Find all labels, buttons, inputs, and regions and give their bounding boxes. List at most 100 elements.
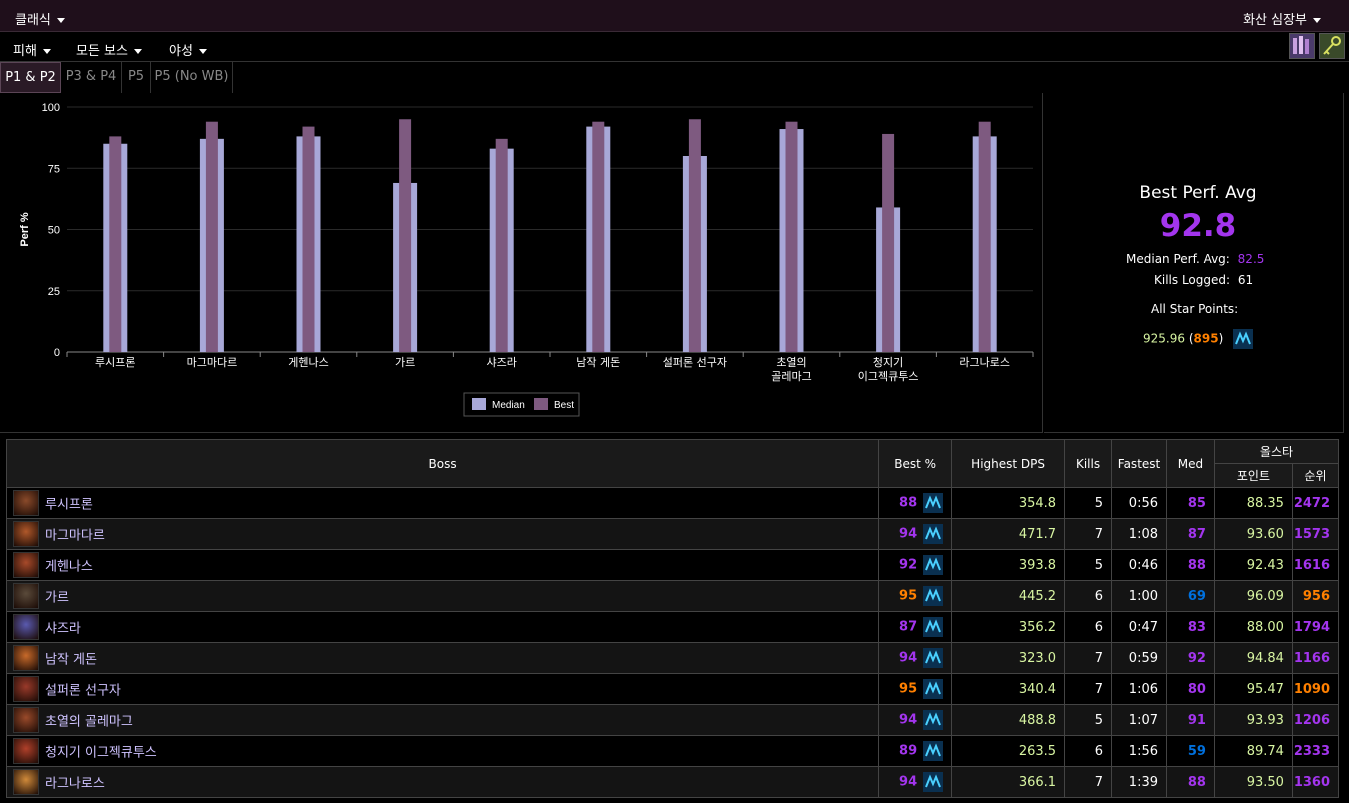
rankings-icon[interactable] <box>923 741 944 761</box>
rankings-icon[interactable] <box>923 493 944 513</box>
boss-name[interactable]: 설퍼론 선구자 <box>45 684 121 699</box>
tab-p3-p4[interactable]: P3 & P4 <box>61 62 122 93</box>
rankings-icon[interactable] <box>1233 329 1254 349</box>
chevron-down-icon <box>198 49 207 54</box>
kills: 5 <box>1094 557 1104 573</box>
table-row[interactable]: 루시프론 88 354.8 5 0:56 85 88.35 2472 <box>5 487 1340 519</box>
best-percent: 94 <box>899 712 918 728</box>
allstar-label: All Star Points: <box>1151 302 1239 316</box>
rankings-icon[interactable] <box>923 772 944 792</box>
allstar-points: 95.47 <box>1246 681 1284 697</box>
rankings-icon[interactable] <box>923 524 944 544</box>
boss-avatar <box>13 769 39 795</box>
boss-name-cell[interactable]: 샤즈라 <box>5 611 880 643</box>
table-row[interactable]: 가르 95 445.2 6 1:00 69 96.09 956 <box>5 580 1340 612</box>
dps-cell: 445.2 <box>951 580 1066 612</box>
bar-best <box>688 119 701 352</box>
fastest-time: 0:56 <box>1128 495 1158 511</box>
metric-dropdown[interactable]: 피해 <box>13 40 51 59</box>
header-kills[interactable]: Kills <box>1064 439 1113 488</box>
boss-name-cell[interactable]: 가르 <box>5 580 880 612</box>
header-fastest[interactable]: Fastest <box>1111 439 1167 488</box>
dps-cell: 488.8 <box>951 704 1066 736</box>
tab-p5-no-wb[interactable]: P5 (No WB) <box>151 62 233 93</box>
rank-cell: 956 <box>1291 580 1340 612</box>
boss-name-cell[interactable]: 초열의 골레마그 <box>5 704 880 736</box>
points-cell: 88.00 <box>1213 611 1293 643</box>
tab-p5[interactable]: P5 <box>122 62 151 93</box>
fastest-time: 1:08 <box>1128 526 1158 542</box>
boss-name-cell[interactable]: 청지기 이그젝큐투스 <box>5 735 880 767</box>
rankings-icon[interactable] <box>923 648 944 668</box>
dps-cell: 366.1 <box>951 766 1066 798</box>
zone-dropdown[interactable]: 화산 심장부 <box>1243 9 1321 28</box>
header-dps[interactable]: Highest DPS <box>951 439 1066 488</box>
boss-avatar <box>13 707 39 733</box>
header-med[interactable]: Med <box>1166 439 1215 488</box>
rankings-icon[interactable] <box>923 586 944 606</box>
boss-name-cell[interactable]: 게헨나스 <box>5 549 880 581</box>
chevron-down-icon <box>133 49 142 54</box>
boss-name[interactable]: 라그나로스 <box>45 777 105 792</box>
rankings-icon[interactable] <box>923 555 944 575</box>
boss-name[interactable]: 게헨나스 <box>45 560 93 575</box>
boss-name-cell[interactable]: 루시프론 <box>5 487 880 519</box>
boss-name-cell[interactable]: 마그마다르 <box>5 518 880 550</box>
key-button[interactable] <box>1319 33 1345 59</box>
boss-dropdown[interactable]: 모든 보스 <box>76 40 142 59</box>
class-spec-button[interactable] <box>1289 33 1315 59</box>
boss-name[interactable]: 가르 <box>45 591 69 606</box>
summary-panel: Best Perf. Avg 92.8 Median Perf. Avg: 82… <box>1044 93 1344 433</box>
table-row[interactable]: 마그마다르 94 471.7 7 1:08 87 93.60 1573 <box>5 518 1340 550</box>
highest-dps: 340.4 <box>1018 681 1057 697</box>
median-percent: 69 <box>1187 588 1206 604</box>
boss-name[interactable]: 남작 게돈 <box>45 653 97 668</box>
highest-dps: 354.8 <box>1018 495 1057 511</box>
rankings-icon[interactable] <box>923 710 944 730</box>
spec-label: 야성 <box>169 44 193 59</box>
boss-name-cell[interactable]: 설퍼론 선구자 <box>5 673 880 705</box>
chevron-down-icon <box>1313 18 1321 23</box>
best-cell: 94 <box>878 642 953 674</box>
table-row[interactable]: 남작 게돈 94 323.0 7 0:59 92 94.84 1166 <box>5 642 1340 674</box>
legend-label-best: Best <box>554 400 574 411</box>
table-row[interactable]: 게헨나스 92 393.8 5 0:46 88 92.43 1616 <box>5 549 1340 581</box>
header-boss[interactable]: Boss <box>5 439 880 488</box>
best-cell: 88 <box>878 487 953 519</box>
allstar-rank: 1794 <box>1293 619 1330 635</box>
points-cell: 93.50 <box>1213 766 1293 798</box>
performance-chart-panel: 0 25 50 75 100 Perf % 루시프론 마그마다르 게헨나스 가르 샤즈라 남작 게돈 설… <box>0 93 1043 433</box>
table-row[interactable]: 라그나로스 94 366.1 7 1:39 88 93.50 1360 <box>5 766 1340 798</box>
points-cell: 88.35 <box>1213 487 1293 519</box>
tab-p1-p2[interactable]: P1 & P2 <box>0 62 61 93</box>
boss-name[interactable]: 초열의 골레마그 <box>45 715 133 730</box>
bar-best <box>592 121 605 352</box>
rankings-icon[interactable] <box>923 617 944 637</box>
boss-name[interactable]: 청지기 이그젝큐투스 <box>45 746 157 761</box>
boss-name-cell[interactable]: 남작 게돈 <box>5 642 880 674</box>
best-percent: 88 <box>899 495 918 511</box>
best-percent: 95 <box>899 588 918 604</box>
kills-cell: 5 <box>1064 549 1113 581</box>
allstar-rank: 895 <box>1193 331 1219 346</box>
table-row[interactable]: 설퍼론 선구자 95 340.4 7 1:06 80 95.47 1090 <box>5 673 1340 705</box>
boss-name[interactable]: 루시프론 <box>45 498 93 513</box>
rankings-icon[interactable] <box>923 679 944 699</box>
table-row[interactable]: 청지기 이그젝큐투스 89 263.5 6 1:56 59 89.74 2333 <box>5 735 1340 767</box>
header-best[interactable]: Best % <box>878 439 953 488</box>
table-row[interactable]: 초열의 골레마그 94 488.8 5 1:07 91 93.93 1206 <box>5 704 1340 736</box>
table-row[interactable]: 샤즈라 87 356.2 6 0:47 83 88.00 1794 <box>5 611 1340 643</box>
highest-dps: 445.2 <box>1018 588 1057 604</box>
points-cell: 93.60 <box>1213 518 1293 550</box>
boss-name[interactable]: 마그마다르 <box>45 529 105 544</box>
game-version-dropdown[interactable]: 클래식 <box>15 9 65 28</box>
header-rank[interactable]: 순위 <box>1291 463 1340 488</box>
boss-name-cell[interactable]: 라그나로스 <box>5 766 880 798</box>
boss-name[interactable]: 샤즈라 <box>45 622 81 637</box>
spec-dropdown[interactable]: 야성 <box>169 40 207 59</box>
dps-cell: 263.5 <box>951 735 1066 767</box>
allstar-points: 88.35 <box>1246 495 1284 511</box>
dps-cell: 340.4 <box>951 673 1066 705</box>
best-percent: 94 <box>899 774 918 790</box>
header-points[interactable]: 포인트 <box>1213 463 1293 488</box>
